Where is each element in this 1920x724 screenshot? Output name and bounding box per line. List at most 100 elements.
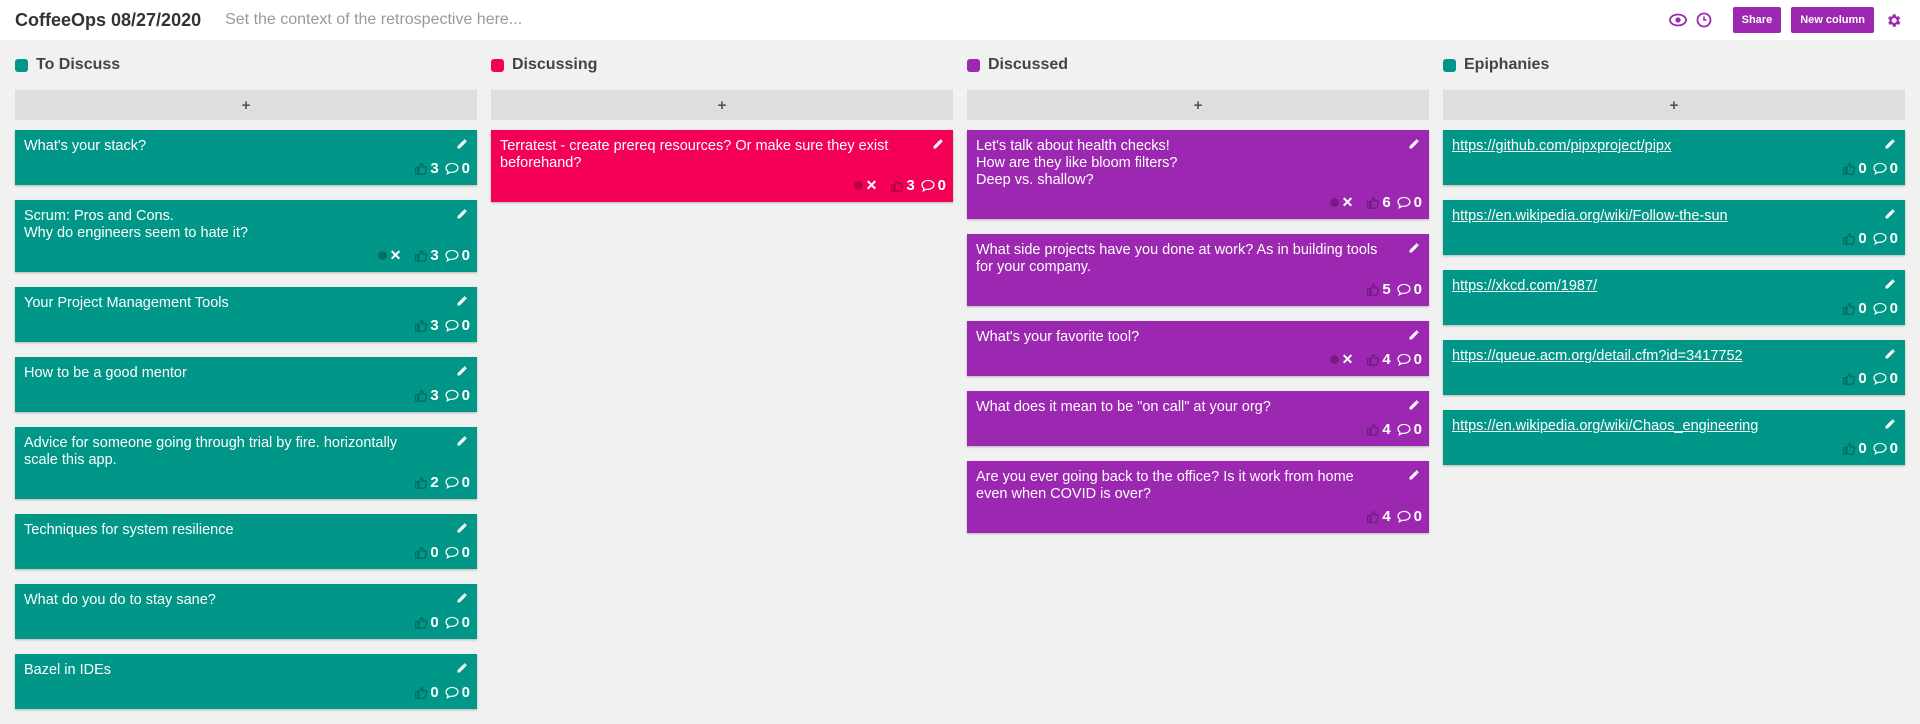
comments-button[interactable]: 0 (921, 177, 946, 194)
comments-button[interactable]: 0 (445, 387, 470, 404)
remove-vote-icon[interactable]: ✕ (1342, 194, 1354, 211)
pencil-icon[interactable] (456, 521, 470, 535)
card[interactable]: https://en.wikipedia.org/wiki/Follow-the… (1443, 200, 1905, 255)
pencil-icon[interactable] (456, 364, 470, 378)
card-link[interactable]: https://queue.acm.org/detail.cfm?id=3417… (1452, 348, 1743, 364)
card[interactable]: Your Project Management Tools 3 0 (15, 287, 477, 342)
card[interactable]: Advice for someone going through trial b… (15, 427, 477, 499)
vote-button[interactable]: 3 (413, 387, 439, 404)
card[interactable]: What's your stack? 3 0 (15, 130, 477, 185)
pencil-icon[interactable] (1408, 328, 1422, 342)
pencil-icon[interactable] (1408, 137, 1422, 151)
column-title[interactable]: Discussing (512, 56, 597, 74)
vote-button[interactable]: 0 (1841, 300, 1867, 317)
new-column-button[interactable]: New column (1791, 7, 1874, 33)
pencil-icon[interactable] (456, 434, 470, 448)
pencil-icon[interactable] (1408, 468, 1422, 482)
vote-button[interactable]: 3 (413, 160, 439, 177)
card[interactable]: https://github.com/pipxproject/pipx 0 0 (1443, 130, 1905, 185)
comments-button[interactable]: 0 (1397, 421, 1422, 438)
add-card-button[interactable]: + (967, 90, 1429, 120)
vote-button[interactable]: 0 (1841, 370, 1867, 387)
add-card-button[interactable]: + (491, 90, 953, 120)
share-button[interactable]: Share (1732, 7, 1782, 33)
card-link[interactable]: https://github.com/pipxproject/pipx (1452, 138, 1671, 154)
comments-button[interactable]: 0 (445, 684, 470, 701)
vote-button[interactable]: 0 (413, 684, 439, 701)
column-title[interactable]: Epiphanies (1464, 56, 1549, 74)
card-link[interactable]: https://xkcd.com/1987/ (1452, 278, 1597, 294)
comments-button[interactable]: 0 (1873, 160, 1898, 177)
vote-button[interactable]: 3 (413, 247, 439, 264)
pencil-icon[interactable] (932, 137, 946, 151)
vote-button[interactable]: 0 (1841, 440, 1867, 457)
comments-button[interactable]: 0 (445, 544, 470, 561)
card[interactable]: What's your favorite tool? ✕ 4 0 (967, 321, 1429, 376)
card[interactable]: Let's talk about health checks! How are … (967, 130, 1429, 219)
pencil-icon[interactable] (1884, 417, 1898, 431)
pencil-icon[interactable] (456, 294, 470, 308)
pencil-icon[interactable] (1408, 398, 1422, 412)
vote-button[interactable]: 4 (1365, 351, 1391, 368)
vote-button[interactable]: 4 (1365, 508, 1391, 525)
comments-button[interactable]: 0 (1397, 508, 1422, 525)
card[interactable]: What side projects have you done at work… (967, 234, 1429, 306)
card[interactable]: Scrum: Pros and Cons. Why do engineers s… (15, 200, 477, 272)
add-card-button[interactable]: + (15, 90, 477, 120)
pencil-icon[interactable] (1884, 277, 1898, 291)
add-card-button[interactable]: + (1443, 90, 1905, 120)
comments-button[interactable]: 0 (445, 317, 470, 334)
card[interactable]: Bazel in IDEs 0 0 (15, 654, 477, 709)
comments-button[interactable]: 0 (445, 474, 470, 491)
vote-button[interactable]: 3 (413, 316, 439, 334)
vote-button[interactable]: 6 (1365, 194, 1391, 211)
comments-button[interactable]: 0 (1873, 440, 1898, 457)
card[interactable]: https://en.wikipedia.org/wiki/Chaos_engi… (1443, 410, 1905, 465)
card[interactable]: https://xkcd.com/1987/0 0 (1443, 270, 1905, 325)
comments-button[interactable]: 0 (1397, 194, 1422, 211)
vote-count: 3 (430, 316, 439, 334)
pencil-icon[interactable] (456, 207, 470, 221)
card-link[interactable]: https://en.wikipedia.org/wiki/Chaos_engi… (1452, 418, 1758, 434)
vote-button[interactable]: 0 (1841, 230, 1867, 247)
comments-button[interactable]: 0 (1397, 351, 1422, 368)
gear-icon[interactable] (1882, 9, 1904, 31)
card[interactable]: What do you do to stay sane? 0 0 (15, 584, 477, 639)
comments-button[interactable]: 0 (1873, 230, 1898, 247)
card[interactable]: Terratest - create prereq resources? Or … (491, 130, 953, 202)
clock-icon[interactable] (1693, 9, 1715, 31)
pencil-icon[interactable] (1884, 347, 1898, 361)
context-input[interactable] (223, 10, 928, 30)
comments-button[interactable]: 0 (1873, 370, 1898, 387)
vote-button[interactable]: 4 (1365, 421, 1391, 438)
vote-button[interactable]: 0 (413, 614, 439, 631)
card[interactable]: Are you ever going back to the office? I… (967, 461, 1429, 533)
card[interactable]: https://queue.acm.org/detail.cfm?id=3417… (1443, 340, 1905, 395)
card-link[interactable]: https://en.wikipedia.org/wiki/Follow-the… (1452, 208, 1728, 224)
pencil-icon[interactable] (456, 661, 470, 675)
pencil-icon[interactable] (1884, 137, 1898, 151)
column-title[interactable]: Discussed (988, 56, 1068, 74)
remove-vote-icon[interactable]: ✕ (866, 177, 878, 194)
eye-icon[interactable] (1667, 9, 1689, 31)
card[interactable]: Techniques for system resilience 0 0 (15, 514, 477, 569)
vote-button[interactable]: 5 (1365, 281, 1391, 298)
vote-button[interactable]: 0 (413, 544, 439, 561)
vote-button[interactable]: 2 (413, 474, 439, 491)
comments-button[interactable]: 0 (445, 247, 470, 264)
pencil-icon[interactable] (1884, 207, 1898, 221)
card[interactable]: What does it mean to be "on call" at you… (967, 391, 1429, 446)
comments-button[interactable]: 0 (1397, 281, 1422, 298)
comments-button[interactable]: 0 (445, 614, 470, 631)
comments-button[interactable]: 0 (1873, 300, 1898, 317)
vote-button[interactable]: 3 (889, 177, 915, 194)
comments-button[interactable]: 0 (445, 160, 470, 177)
remove-vote-icon[interactable]: ✕ (1342, 351, 1354, 368)
column-title[interactable]: To Discuss (36, 56, 120, 74)
vote-button[interactable]: 0 (1841, 160, 1867, 177)
card[interactable]: How to be a good mentor 3 0 (15, 357, 477, 412)
pencil-icon[interactable] (1408, 241, 1422, 255)
pencil-icon[interactable] (456, 591, 470, 605)
pencil-icon[interactable] (456, 137, 470, 151)
remove-vote-icon[interactable]: ✕ (390, 247, 402, 264)
